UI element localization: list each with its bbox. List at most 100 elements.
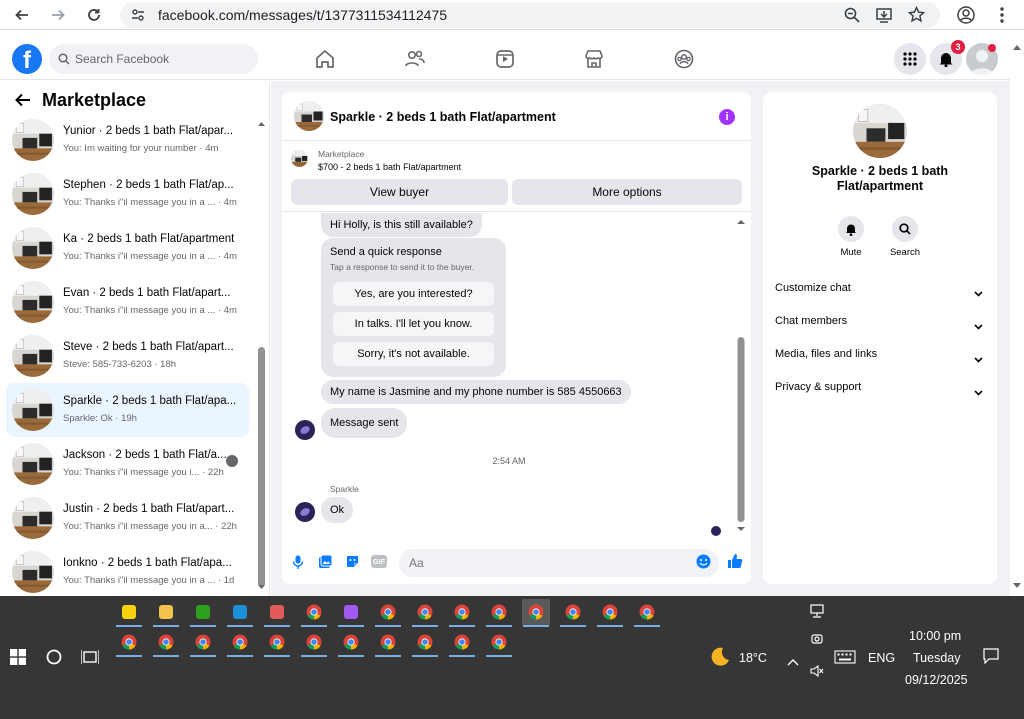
search-box[interactable]: Search Facebook [49, 44, 258, 74]
edge-browser-icon[interactable] [226, 599, 254, 627]
sticker-icon[interactable] [345, 554, 360, 574]
copilot-icon[interactable] [337, 599, 365, 627]
chrome-icon[interactable] [189, 629, 217, 657]
conversation-item[interactable]: Jackson · 2 beds 1 bath Flat/a... You: Th… [6, 437, 249, 491]
file-explorer-icon[interactable] [152, 599, 180, 627]
forward-icon[interactable] [46, 3, 70, 27]
search-in-chat-button[interactable]: Search [885, 216, 925, 258]
keyboard-icon[interactable] [834, 650, 856, 669]
site-settings-icon[interactable] [131, 8, 145, 27]
chrome-icon[interactable] [263, 629, 291, 657]
profile-icon[interactable] [954, 3, 978, 27]
chrome-icon[interactable] [448, 629, 476, 657]
watch-icon[interactable] [494, 48, 516, 70]
conversation-item[interactable]: Steve · 2 beds 1 bath Flat/apart... Steve… [6, 329, 249, 383]
chat-members-row[interactable]: Chat members [763, 309, 997, 335]
chevron-up-icon[interactable] [787, 653, 799, 671]
chrome-icon[interactable] [522, 599, 550, 627]
conversation-item[interactable]: Ka · 2 beds 1 bath Flat/apartment You: Th… [6, 221, 249, 275]
sender-avatar[interactable] [295, 502, 315, 522]
address-bar[interactable]: facebook.com/messages/t/1377311534112475 [120, 2, 940, 28]
network-icon[interactable] [810, 604, 824, 623]
thumbs-up-icon[interactable] [727, 553, 743, 574]
chrome-icon[interactable] [633, 599, 661, 627]
task-view-icon[interactable] [80, 649, 100, 670]
conversation-item[interactable]: Stephen · 2 beds 1 bath Flat/ap... You: T… [6, 167, 249, 221]
clock-time[interactable]: 10:00 pm [909, 629, 961, 643]
media-files-links-row[interactable]: Media, files and links [763, 342, 997, 368]
chrome-icon[interactable] [596, 599, 624, 627]
windows-start-icon[interactable] [10, 649, 26, 670]
quick-response-unavailable-button[interactable]: Sorry, it's not available. [333, 342, 494, 366]
weather-temperature[interactable]: 18°C [739, 651, 767, 665]
chrome-icon[interactable] [411, 629, 439, 657]
chrome-icon[interactable] [559, 599, 587, 627]
info-icon[interactable]: i [719, 109, 735, 125]
browser-menu-icon[interactable] [990, 3, 1014, 27]
conversation-item[interactable]: Evan · 2 beds 1 bath Flat/apart... You: T… [6, 275, 249, 329]
chrome-icon[interactable] [337, 629, 365, 657]
left-scrollbar[interactable] [257, 119, 266, 594]
listing-photo[interactable] [853, 104, 907, 158]
chrome-icon[interactable] [226, 629, 254, 657]
chrome-icon[interactable] [485, 599, 513, 627]
quickbooks-icon[interactable] [189, 599, 217, 627]
microphone-icon[interactable] [292, 555, 304, 574]
chrome-icon[interactable] [374, 629, 402, 657]
bookmark-star-icon[interactable] [907, 5, 926, 28]
more-options-button[interactable]: More options [512, 179, 742, 205]
chrome-icon[interactable] [411, 599, 439, 627]
listing-thumbnail[interactable] [294, 101, 324, 131]
meet-now-icon[interactable] [810, 632, 824, 653]
search-circle-icon[interactable] [46, 649, 62, 670]
search-icon [892, 216, 918, 242]
privacy-support-row[interactable]: Privacy & support [763, 375, 997, 401]
home-icon[interactable] [314, 48, 336, 70]
message-input[interactable] [399, 549, 719, 577]
chrome-icon[interactable] [485, 629, 513, 657]
friends-icon[interactable] [404, 48, 426, 70]
view-buyer-button[interactable]: View buyer [291, 179, 508, 205]
chevron-down-icon [974, 350, 983, 368]
conversation-item[interactable]: Yunior · 2 beds 1 bath Flat/apar... You: … [6, 113, 249, 167]
paint-icon[interactable] [263, 599, 291, 627]
sticky-notes-icon[interactable] [115, 599, 143, 627]
sender-avatar[interactable] [295, 420, 315, 440]
mute-button[interactable]: Mute [831, 216, 871, 258]
marketplace-icon[interactable] [583, 48, 605, 70]
conversation-item[interactable]: Ionkno · 2 beds 1 bath Flat/apa... You: T… [6, 545, 249, 596]
emoji-icon[interactable] [696, 554, 711, 574]
weather-moon-icon[interactable] [707, 645, 731, 674]
conversation-item[interactable]: Sparkle · 2 beds 1 bath Flat/apa... Spark… [6, 383, 249, 437]
groups-icon[interactable] [673, 48, 695, 70]
back-icon[interactable] [10, 3, 34, 27]
chrome-icon[interactable] [115, 629, 143, 657]
menu-grid-icon[interactable] [894, 43, 926, 75]
clock-day[interactable]: Tuesday [913, 651, 960, 665]
notification-center-icon[interactable] [983, 648, 999, 669]
marketplace-card: Marketplace $700 - 2 beds 1 bath Flat/ap… [282, 142, 751, 212]
speaker-muted-icon[interactable] [810, 664, 824, 682]
zoom-icon[interactable] [844, 7, 860, 28]
chrome-icon[interactable] [300, 629, 328, 657]
conversation-snippet: Steve: 585-733-6203 · 18h [63, 359, 177, 370]
page-scrollbar[interactable] [1010, 38, 1024, 596]
chrome-icon[interactable] [448, 599, 476, 627]
reload-icon[interactable] [82, 3, 106, 27]
chrome-icon[interactable] [300, 599, 328, 627]
quick-response-talks-button[interactable]: In talks. I'll let you know. [333, 312, 494, 336]
chrome-icon[interactable] [374, 599, 402, 627]
chrome-icon[interactable] [152, 629, 180, 657]
gif-icon[interactable]: GIF [371, 555, 387, 568]
facebook-logo[interactable]: f [12, 44, 42, 74]
quick-response-yes-button[interactable]: Yes, are you interested? [333, 282, 494, 306]
language-indicator[interactable]: ENG [868, 651, 895, 665]
install-app-icon[interactable] [876, 7, 892, 28]
back-arrow-icon[interactable] [15, 93, 31, 112]
chat-title[interactable]: Sparkle · 2 beds 1 bath Flat/apartment [330, 110, 556, 124]
clock-date[interactable]: 09/12/2025 [905, 673, 968, 687]
customize-chat-row[interactable]: Customize chat [763, 276, 997, 302]
chat-scrollbar[interactable] [736, 217, 746, 535]
conversation-item[interactable]: Justin · 2 beds 1 bath Flat/apart... You:… [6, 491, 249, 545]
photo-icon[interactable] [318, 554, 333, 574]
